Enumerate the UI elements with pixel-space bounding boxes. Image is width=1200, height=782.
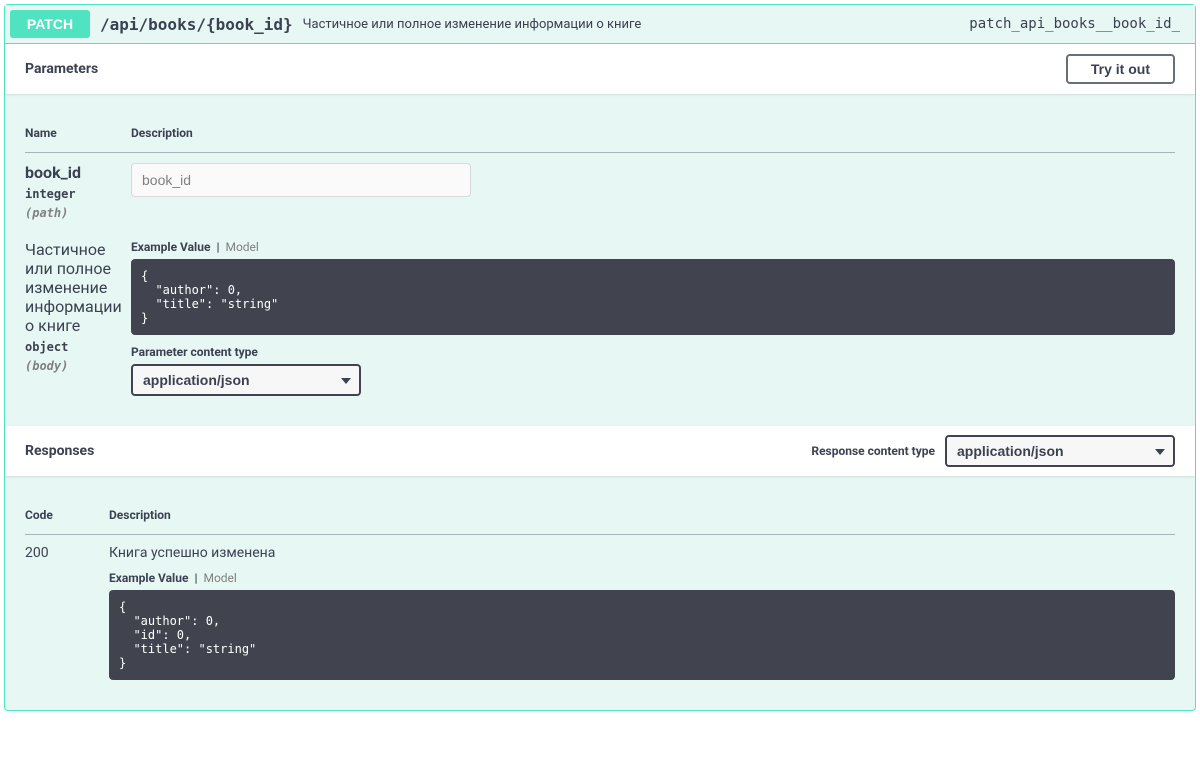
column-name: Name <box>25 114 131 153</box>
response-content-type: Response content type application/json <box>811 435 1175 467</box>
model-tabs: Example Value | Model <box>131 240 1175 254</box>
operation-body: Parameters Try it out Name Description b… <box>5 44 1195 710</box>
responses-section: Code Description 200 Книга успешно измен… <box>5 476 1195 710</box>
param-in: (body) <box>25 359 131 373</box>
response-row: 200 Книга успешно изменена Example Value… <box>25 535 1175 691</box>
tab-example-value[interactable]: Example Value <box>131 240 210 254</box>
response-content-type-select[interactable]: application/json <box>945 435 1175 467</box>
tab-separator: | <box>216 240 219 254</box>
param-in: (path) <box>25 206 131 220</box>
operation-path: /api/books/{book_id} <box>90 15 303 34</box>
tab-model[interactable]: Model <box>203 571 236 585</box>
response-content-type-select-wrap: application/json <box>945 435 1175 467</box>
content-type-label: Parameter content type <box>131 345 1175 359</box>
parameter-row: Частичное или полное изменение информаци… <box>25 230 1175 406</box>
param-content-type-select[interactable]: application/json <box>131 364 361 396</box>
parameters-table: Name Description book_id integer (path) <box>25 114 1175 406</box>
parameters-section: Name Description book_id integer (path) <box>5 94 1195 426</box>
operation-id: patch_api_books__book_id_ <box>969 16 1190 32</box>
operation-description: Частичное или полное изменение информаци… <box>303 17 970 32</box>
column-description: Description <box>131 114 1175 153</box>
tab-model[interactable]: Model <box>225 240 258 254</box>
column-code: Code <box>25 496 109 535</box>
model-tabs: Example Value | Model <box>109 571 1175 585</box>
tab-separator: | <box>194 571 197 585</box>
response-content-type-label: Response content type <box>811 444 935 458</box>
param-type: object <box>25 335 131 359</box>
operation-block: PATCH /api/books/{book_id} Частичное или… <box>4 4 1196 711</box>
method-badge: PATCH <box>10 10 90 38</box>
parameters-header: Parameters Try it out <box>5 44 1195 94</box>
example-code: { "author": 0, "title": "string" } <box>131 259 1175 335</box>
responses-heading: Responses <box>25 443 94 459</box>
response-code: 200 <box>25 535 109 691</box>
content-type-select-wrap: application/json <box>131 364 361 396</box>
responses-header: Responses Response content type applicat… <box>5 426 1195 476</box>
try-it-out-button[interactable]: Try it out <box>1066 54 1175 84</box>
example-code: { "author": 0, "id": 0, "title": "string… <box>109 590 1175 680</box>
parameter-row: book_id integer (path) <box>25 153 1175 231</box>
parameters-heading: Parameters <box>25 61 98 77</box>
responses-table: Code Description 200 Книга успешно измен… <box>25 496 1175 690</box>
param-name: book_id <box>25 163 131 182</box>
param-type: integer <box>25 182 131 206</box>
operation-summary[interactable]: PATCH /api/books/{book_id} Частичное или… <box>5 5 1195 44</box>
param-name: Частичное или полное изменение информаци… <box>25 240 131 335</box>
param-input-book-id[interactable] <box>131 163 471 197</box>
response-description: Книга успешно изменена <box>109 545 1175 561</box>
tab-example-value[interactable]: Example Value <box>109 571 188 585</box>
column-description: Description <box>109 496 1175 535</box>
